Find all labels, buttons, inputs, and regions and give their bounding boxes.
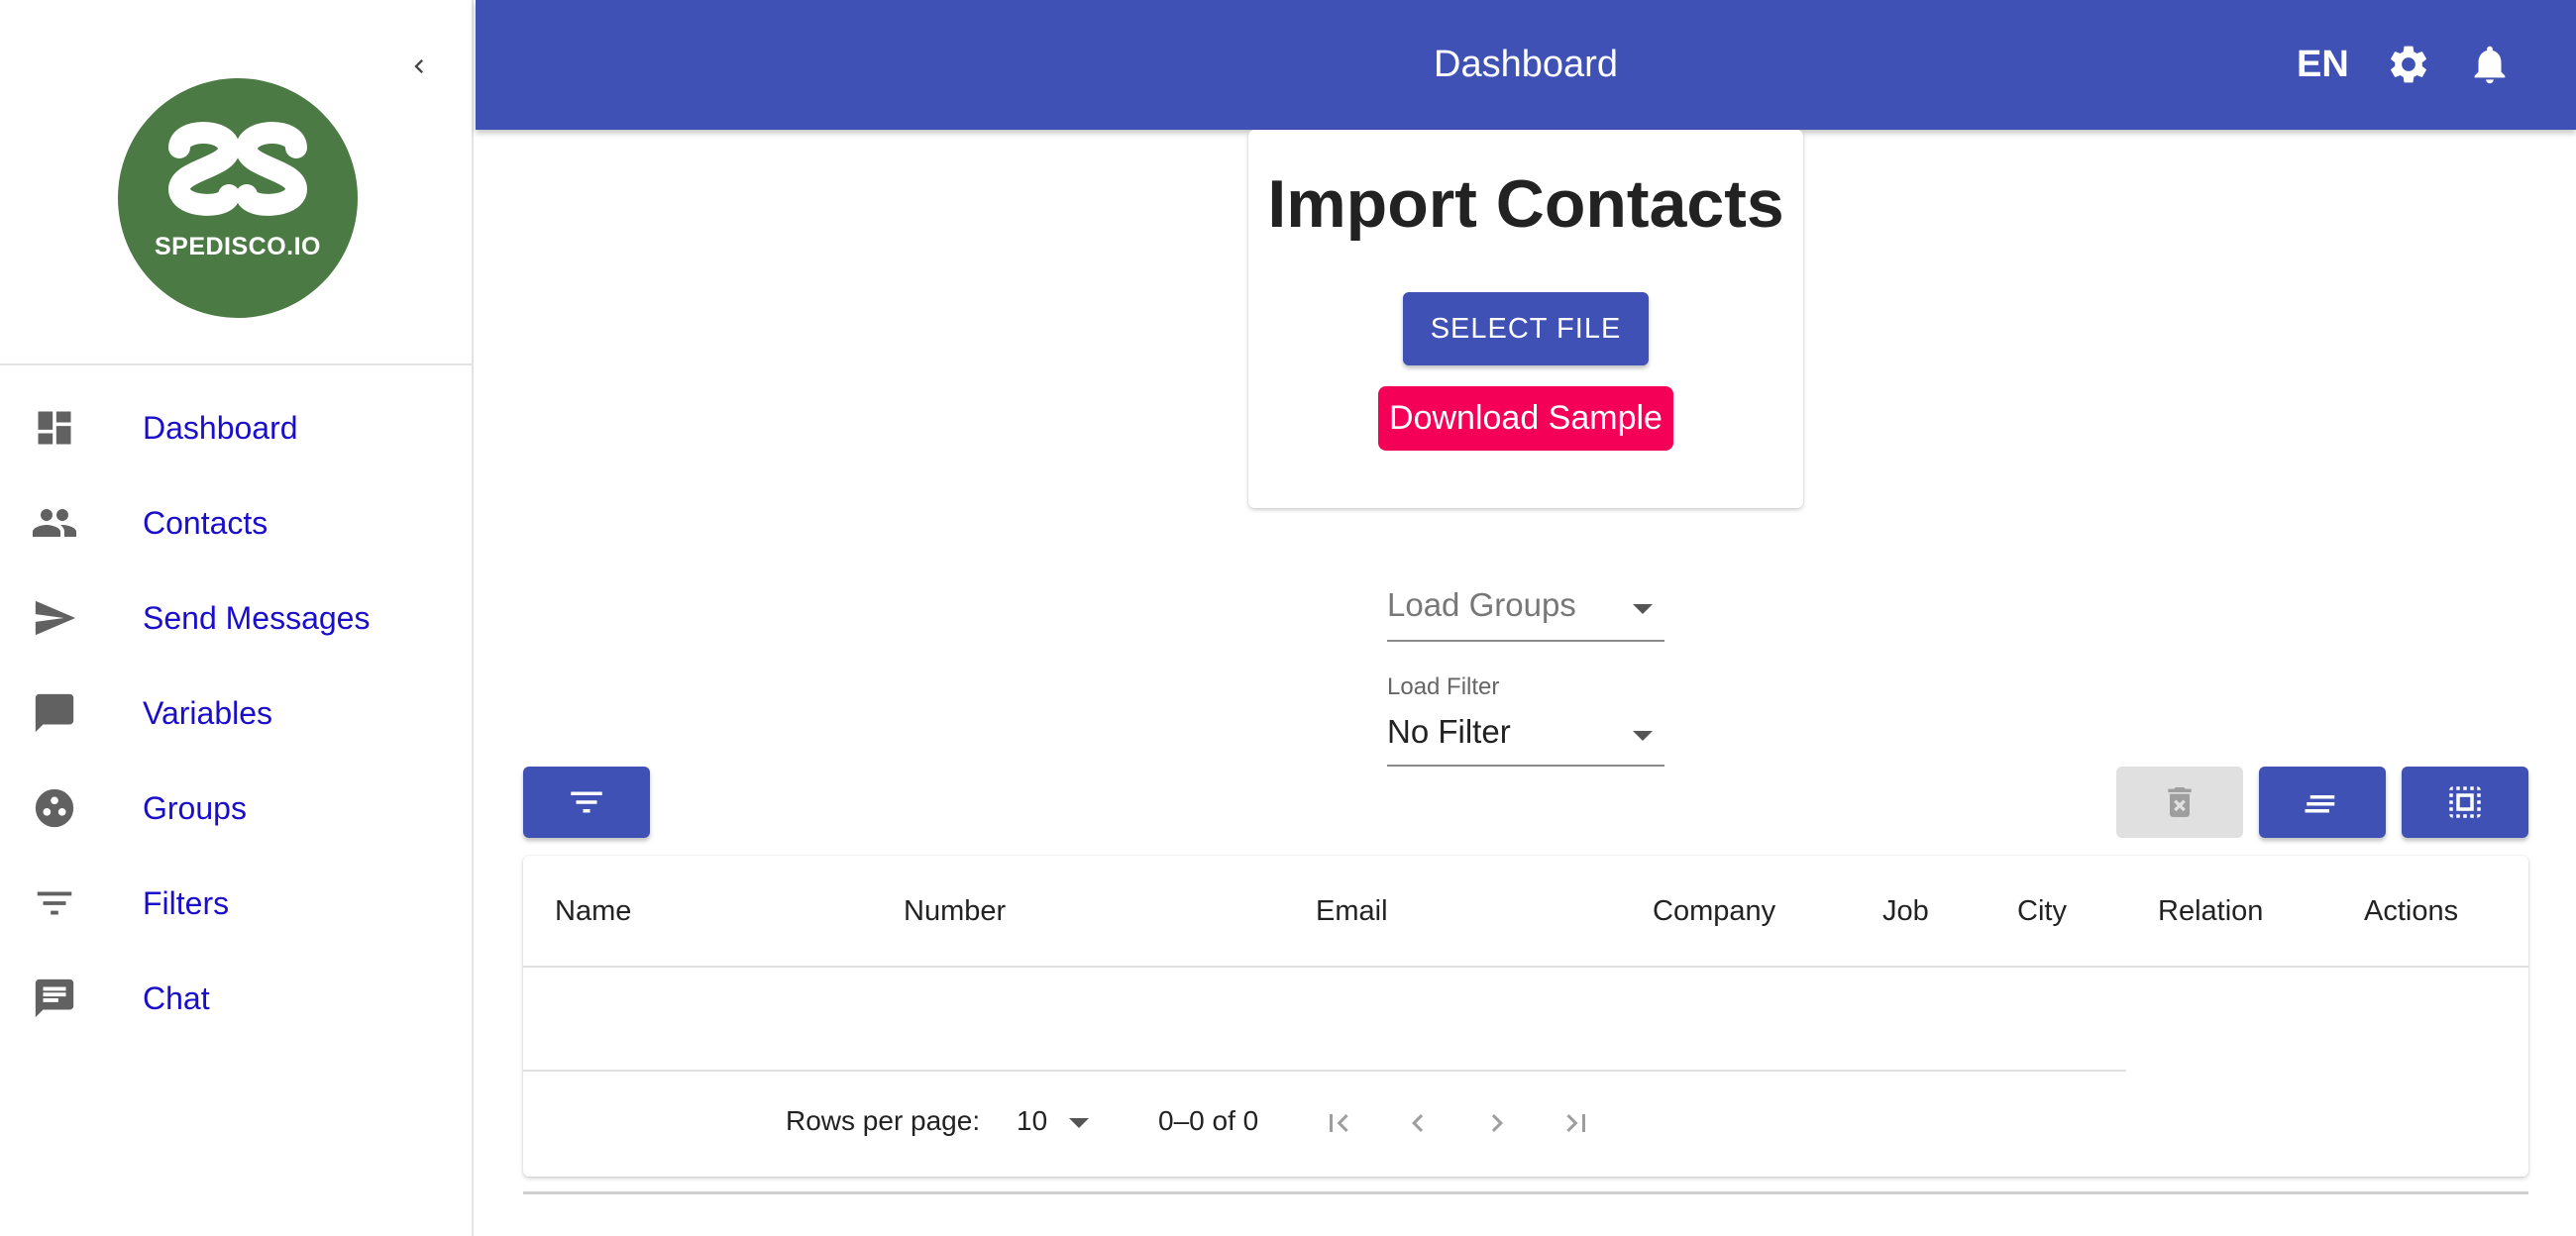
notifications-button[interactable] [2467, 42, 2513, 87]
header-divider [523, 966, 2528, 968]
sidebar-item-label: Variables [143, 694, 273, 731]
download-sample-button[interactable]: Download Sample [1378, 386, 1673, 451]
load-groups-select[interactable]: Load Groups [1387, 586, 1664, 642]
previous-page-button[interactable] [1400, 1105, 1436, 1141]
rows-per-page-label: Rows per page: [786, 1105, 981, 1136]
chat-bubble-icon [31, 689, 78, 737]
first-page-button[interactable] [1321, 1105, 1356, 1141]
select-all-button[interactable] [2402, 767, 2528, 838]
column-header-actions: Actions [2364, 895, 2459, 927]
sidebar-item-contacts[interactable]: Contacts [0, 475, 474, 570]
column-header-email[interactable]: Email [1316, 856, 1388, 967]
import-title: Import Contacts [1267, 166, 1784, 242]
body-divider [523, 1070, 2126, 1072]
column-header-number[interactable]: Number [904, 856, 1006, 967]
sidebar-item-dashboard[interactable]: Dashboard [0, 380, 474, 475]
collapse-sidebar-button[interactable] [396, 44, 442, 89]
logo: SPEDISCO.IO [118, 78, 358, 318]
sort-button[interactable] [2259, 767, 2386, 838]
sidebar-item-label: Contacts [143, 504, 268, 541]
rows-per-page-value: 10 [1017, 1105, 1048, 1136]
logo-mark-icon [167, 122, 308, 216]
app-bar: Dashboard EN [476, 0, 2576, 130]
column-header-relation[interactable]: Relation [2158, 856, 2263, 967]
chevron-right-icon [1491, 1114, 1503, 1132]
import-contacts-card: Import Contacts SELECT FILE Download Sam… [1248, 130, 1803, 508]
load-filter-value: No Filter [1387, 713, 1511, 750]
column-header-company[interactable]: Company [1653, 856, 1775, 967]
load-groups-placeholder: Load Groups [1387, 586, 1576, 623]
delete-selected-button[interactable] [2116, 767, 2243, 838]
last-page-button[interactable] [1558, 1105, 1594, 1141]
logo-text: SPEDISCO.IO [154, 233, 322, 260]
groups-icon [31, 784, 78, 832]
filter-button[interactable] [523, 767, 650, 838]
column-header-job[interactable]: Job [1882, 856, 1929, 967]
sidebar-divider [0, 363, 474, 365]
chevron-left-icon [414, 59, 423, 73]
rows-per-page-select[interactable]: 10 [1017, 1072, 1089, 1171]
language-selector[interactable]: EN [2297, 0, 2349, 130]
sidebar-item-label: Send Messages [143, 599, 371, 636]
delete-icon [2168, 787, 2192, 817]
sidebar-item-send-messages[interactable]: Send Messages [0, 570, 474, 666]
sidebar-item-groups[interactable]: Groups [0, 761, 474, 856]
filter-list-icon [571, 791, 602, 813]
chevron-down-icon [1068, 1117, 1089, 1128]
next-page-button[interactable] [1479, 1105, 1515, 1141]
chevron-left-icon [1412, 1114, 1424, 1132]
sidebar-item-chat[interactable]: Chat [0, 951, 474, 1046]
chevron-down-icon [1633, 604, 1653, 614]
select-file-button[interactable]: SELECT FILE [1403, 292, 1649, 365]
sidebar-item-label: Filters [143, 884, 230, 921]
column-header-name[interactable]: Name [555, 856, 631, 967]
sidebar-item-label: Groups [143, 789, 247, 826]
message-icon [31, 975, 78, 1022]
last-page-icon [1566, 1114, 1585, 1132]
page-title: Dashboard [1434, 44, 1618, 85]
load-filter-select[interactable]: No Filter [1387, 713, 1664, 767]
sidebar: SPEDISCO.IO Dashboard Contacts Send Mess… [0, 0, 474, 1236]
bottom-divider [523, 1191, 2528, 1194]
chevron-down-icon [1633, 731, 1653, 741]
sidebar-item-variables[interactable]: Variables [0, 666, 474, 761]
sort-lines-icon [2305, 795, 2335, 813]
gear-icon [2391, 46, 2426, 83]
filter-icon [31, 879, 78, 927]
load-filter-label: Load Filter [1387, 673, 1500, 700]
people-icon [31, 499, 78, 547]
sidebar-item-filters[interactable]: Filters [0, 856, 474, 951]
select-all-icon [2449, 786, 2481, 818]
bell-icon [2474, 46, 2506, 84]
settings-button[interactable] [2386, 42, 2431, 87]
sidebar-item-label: Chat [143, 979, 210, 1016]
sidebar-nav: Dashboard Contacts Send Messages Variabl… [0, 380, 474, 1046]
pagination-range: 0–0 of 0 [1158, 1105, 1259, 1136]
contacts-table: Name Number Email Company Job City Relat… [523, 856, 2528, 1177]
sidebar-item-label: Dashboard [143, 409, 298, 446]
send-icon [31, 594, 78, 642]
first-page-icon [1330, 1114, 1348, 1132]
dashboard-icon [31, 404, 78, 452]
column-header-city[interactable]: City [2017, 856, 2067, 967]
